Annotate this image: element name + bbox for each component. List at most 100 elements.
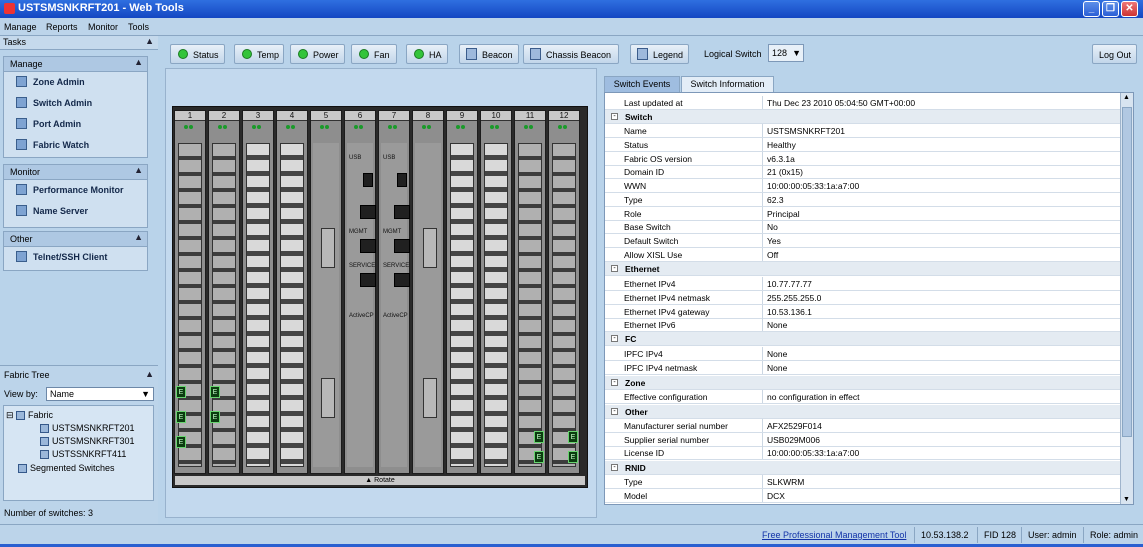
- tree-node-segmented[interactable]: Segmented Switches: [18, 463, 115, 474]
- chassis-slot[interactable]: 8: [412, 110, 444, 474]
- tab-switch-information[interactable]: Switch Information: [681, 76, 774, 92]
- section-ethernet[interactable]: - Ethernet: [605, 262, 1121, 276]
- core-link-port[interactable]: [321, 228, 335, 268]
- collapse-icon[interactable]: ▲: [134, 165, 143, 175]
- collapse-icon[interactable]: -: [611, 113, 618, 120]
- fiber-port-icon[interactable]: E: [176, 386, 186, 398]
- chassis-slot[interactable]: 3: [242, 110, 274, 474]
- fiber-port-icon[interactable]: E: [176, 436, 186, 448]
- collapse-icon[interactable]: ▲: [145, 36, 154, 46]
- minimize-button[interactable]: _: [1083, 1, 1100, 17]
- mgmt-port-icon[interactable]: [394, 239, 410, 253]
- ethernet-port-icon[interactable]: [394, 205, 410, 219]
- chassis-slot[interactable]: 7 USB MGMT SERVICE ActiveCP: [378, 110, 410, 474]
- close-button[interactable]: ✕: [1121, 1, 1138, 17]
- scroll-down-icon[interactable]: ▼: [1123, 496, 1130, 503]
- chassis-slot[interactable]: 2 E E: [208, 110, 240, 474]
- collapse-icon[interactable]: -: [611, 265, 618, 272]
- temp-button[interactable]: Temp: [234, 44, 284, 64]
- performance-monitor-link[interactable]: Performance Monitor: [4, 180, 147, 201]
- chassis-slot[interactable]: 1 E E E: [174, 110, 206, 474]
- core-link-port[interactable]: [423, 228, 437, 268]
- scrollbar-thumb[interactable]: [1122, 107, 1132, 437]
- fiber-port-icon[interactable]: E: [176, 411, 186, 423]
- menu-reports[interactable]: Reports: [46, 22, 78, 32]
- row-key: WWN: [624, 181, 647, 191]
- switch-admin-link[interactable]: Switch Admin: [4, 93, 147, 114]
- tree-node-switch[interactable]: USTSMSNKRFT201: [40, 423, 135, 434]
- menu-tools[interactable]: Tools: [128, 22, 149, 32]
- chassis-slot[interactable]: 10: [480, 110, 512, 474]
- usb-port-icon[interactable]: [397, 173, 407, 187]
- beacon-button[interactable]: Beacon: [459, 44, 519, 64]
- status-button[interactable]: Status: [170, 44, 225, 64]
- mgmt-port-icon[interactable]: [360, 239, 376, 253]
- section-fc[interactable]: - FC: [605, 332, 1121, 346]
- name-server-link[interactable]: Name Server: [4, 201, 147, 222]
- rotate-button[interactable]: ▲ Rotate: [175, 476, 585, 485]
- maximize-button[interactable]: ❐: [1102, 1, 1119, 17]
- collapse-icon[interactable]: -: [611, 464, 618, 471]
- tab-switch-events[interactable]: Switch Events: [604, 76, 680, 92]
- fabric-watch-link[interactable]: Fabric Watch: [4, 135, 147, 156]
- port-grid[interactable]: [450, 143, 474, 467]
- port-grid[interactable]: [518, 143, 542, 467]
- fan-button[interactable]: Fan: [351, 44, 397, 64]
- section-switch[interactable]: - Switch: [605, 110, 1121, 124]
- collapse-icon[interactable]: -: [611, 379, 618, 386]
- section-zone[interactable]: - Zone: [605, 376, 1121, 390]
- vertical-scrollbar[interactable]: ▲ ▼: [1120, 93, 1133, 504]
- fiber-port-icon[interactable]: E: [534, 451, 544, 463]
- port-grid[interactable]: [280, 143, 304, 467]
- fiber-port-icon[interactable]: E: [210, 411, 220, 423]
- port-grid[interactable]: [246, 143, 270, 467]
- collapse-icon[interactable]: ▲: [134, 232, 143, 242]
- service-port-icon[interactable]: [394, 273, 410, 287]
- chevron-down-icon[interactable]: ▼: [141, 389, 150, 399]
- menu-manage[interactable]: Manage: [4, 22, 37, 32]
- chassis-beacon-button[interactable]: Chassis Beacon: [523, 44, 619, 64]
- fiber-port-icon[interactable]: E: [568, 451, 578, 463]
- collapse-icon[interactable]: -: [611, 408, 618, 415]
- core-link-port[interactable]: [321, 378, 335, 418]
- collapse-icon[interactable]: ▲: [134, 57, 143, 67]
- port-grid[interactable]: [552, 143, 576, 467]
- management-tool-link[interactable]: Free Professional Management Tool: [762, 530, 906, 540]
- port-admin-link[interactable]: Port Admin: [4, 114, 147, 135]
- menu-monitor[interactable]: Monitor: [88, 22, 118, 32]
- chevron-down-icon[interactable]: ▼: [792, 48, 801, 58]
- chassis-slot[interactable]: 9: [446, 110, 478, 474]
- collapse-icon[interactable]: -: [611, 335, 618, 342]
- tree-node-fabric[interactable]: ⊟ Fabric: [6, 410, 53, 421]
- tree-node-switch[interactable]: USTSMSNKRFT301: [40, 436, 135, 447]
- logout-button[interactable]: Log Out: [1092, 44, 1137, 64]
- scroll-up-icon[interactable]: ▲: [1123, 94, 1130, 101]
- collapse-icon[interactable]: ▲: [145, 369, 154, 379]
- logical-switch-select[interactable]: 128 ▼: [768, 44, 804, 62]
- section-other[interactable]: - Other: [605, 405, 1121, 419]
- fiber-port-icon[interactable]: E: [534, 431, 544, 443]
- chassis-slot[interactable]: 4: [276, 110, 308, 474]
- fiber-port-icon[interactable]: E: [568, 431, 578, 443]
- usb-port-icon[interactable]: [363, 173, 373, 187]
- fiber-port-icon[interactable]: E: [210, 386, 220, 398]
- telnet-ssh-link[interactable]: Telnet/SSH Client: [4, 247, 147, 268]
- view-by-select[interactable]: Name ▼: [46, 387, 154, 401]
- port-grid[interactable]: [484, 143, 508, 467]
- chassis-slot[interactable]: 11 EE: [514, 110, 546, 474]
- section-rnid[interactable]: - RNID: [605, 461, 1121, 475]
- chassis-slot[interactable]: 6 USB MGMT SERVICE ActiveCP: [344, 110, 376, 474]
- core-link-port[interactable]: [423, 378, 437, 418]
- power-button[interactable]: Power: [290, 44, 345, 64]
- zone-admin-link[interactable]: Zone Admin: [4, 72, 147, 93]
- chassis-slot[interactable]: 5: [310, 110, 342, 474]
- other-group-header[interactable]: Other ▲: [4, 232, 147, 247]
- chassis-slot[interactable]: 12 EE: [548, 110, 580, 474]
- monitor-group-header[interactable]: Monitor ▲: [4, 165, 147, 180]
- tree-node-switch[interactable]: USTSSNKRFT411: [40, 449, 126, 460]
- service-port-icon[interactable]: [360, 273, 376, 287]
- ha-button[interactable]: HA: [406, 44, 448, 64]
- legend-button[interactable]: Legend: [630, 44, 689, 64]
- ethernet-port-icon[interactable]: [360, 205, 376, 219]
- manage-group-header[interactable]: Manage ▲: [4, 57, 147, 72]
